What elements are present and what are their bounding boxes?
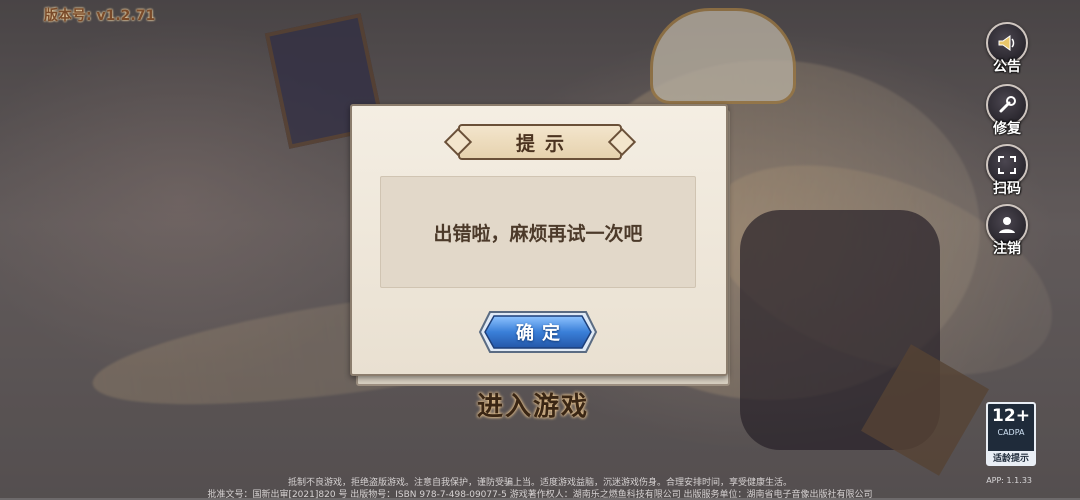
- age-rating-badge[interactable]: 12+ CADPA 适龄提示: [986, 402, 1036, 466]
- confirm-label: 确定: [516, 323, 568, 344]
- announcement-label: 公告: [993, 59, 1021, 75]
- enter-game-button[interactable]: 进入游戏: [477, 386, 589, 423]
- scan-label: 扫码: [993, 181, 1021, 197]
- dialog-title: 提示: [515, 132, 574, 155]
- error-dialog: 提示 出错啦，麻烦再试一次吧 确定: [350, 104, 728, 376]
- repair-label: 修复: [993, 121, 1021, 137]
- confirm-button[interactable]: 确定: [478, 310, 598, 354]
- scan-button[interactable]: 扫码: [984, 144, 1030, 198]
- dialog-message: 出错啦，麻烦再试一次吧: [433, 222, 643, 245]
- age-rating-tip: 适龄提示: [988, 451, 1034, 464]
- announcement-button[interactable]: 公告: [984, 22, 1030, 76]
- repair-button[interactable]: 修复: [984, 84, 1030, 138]
- age-rating-number: 12+: [992, 406, 1030, 426]
- logout-button[interactable]: 注销: [984, 204, 1030, 258]
- version-label: 版本号: v1.2.71: [44, 8, 156, 24]
- logout-label: 注销: [993, 241, 1021, 257]
- dialog-message-box: 出错啦，麻烦再试一次吧: [380, 176, 696, 288]
- dialog-title-plate: 提示: [458, 124, 622, 160]
- footer-license-info: 批准文号：国新出审[2021]820 号 出版物号：ISBN 978-7-498…: [207, 490, 873, 500]
- age-rating-org: CADPA: [997, 428, 1025, 437]
